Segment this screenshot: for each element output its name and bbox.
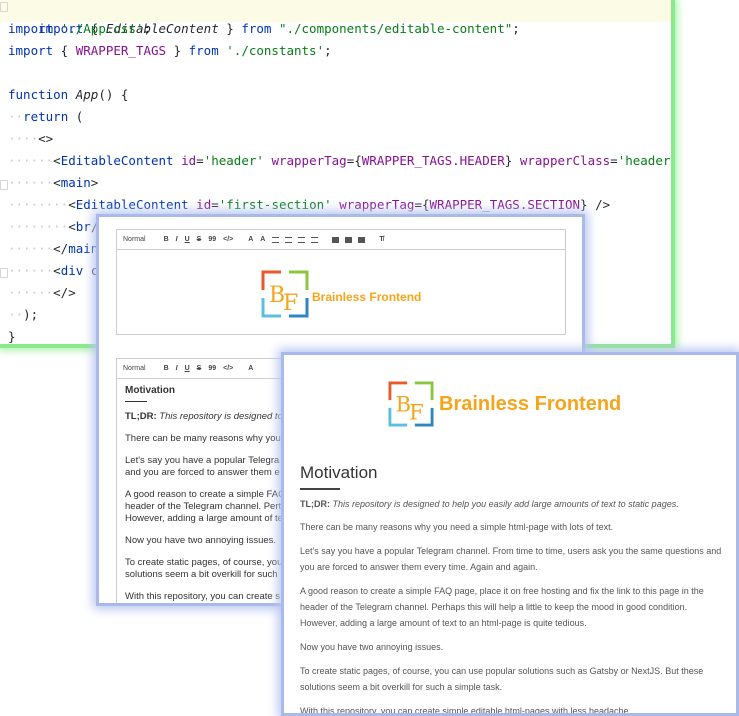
paragraph: solutions seem a bit overkill for such a… bbox=[300, 682, 503, 692]
paragraph: A good reason to create a simple FAQ pag… bbox=[300, 586, 704, 596]
code-line-13[interactable]: ······<div cl bbox=[8, 260, 106, 282]
link-icon[interactable] bbox=[332, 236, 340, 243]
strike-button[interactable]: S bbox=[197, 236, 202, 243]
video-icon[interactable] bbox=[358, 236, 366, 243]
underline-button[interactable]: U bbox=[185, 236, 190, 243]
tldr-label: TL;DR: bbox=[300, 499, 330, 509]
paragraph: There can be many reasons why you bbox=[125, 433, 281, 444]
bold-button[interactable]: B bbox=[164, 236, 169, 243]
quote-button[interactable]: 99 bbox=[208, 365, 216, 372]
brainless-frontend-logo-icon: B F bbox=[388, 381, 434, 427]
paragraph: Let's say you have a popular Telegram ch… bbox=[300, 546, 722, 556]
strike-button[interactable]: S bbox=[197, 365, 202, 372]
outdent-icon[interactable] bbox=[311, 236, 319, 243]
paragraph: There can be many reasons why you need a… bbox=[300, 522, 614, 532]
quote-button[interactable]: 99 bbox=[208, 236, 216, 243]
format-select[interactable]: Normal bbox=[123, 236, 146, 243]
code-line-5[interactable]: function App() { bbox=[8, 84, 128, 106]
text-color-button[interactable]: A bbox=[248, 236, 253, 243]
rendered-page-preview: B F Brainless Frontend Motivation TL;DR:… bbox=[281, 352, 739, 716]
image-icon[interactable] bbox=[345, 236, 353, 243]
code-line-3[interactable]: import { WRAPPER_TAGS } from './constant… bbox=[8, 40, 332, 62]
clear-format-icon[interactable]: T̸ bbox=[379, 236, 383, 243]
ordered-list-icon[interactable] bbox=[272, 236, 280, 243]
brainless-frontend-logo-icon: B F bbox=[261, 270, 309, 318]
paragraph: To create static pages, of course, you c… bbox=[300, 666, 704, 676]
code-line-7[interactable]: ····<> bbox=[8, 128, 53, 150]
background-color-button[interactable]: A bbox=[260, 236, 265, 243]
code-line-14[interactable]: ······</> bbox=[8, 282, 76, 304]
paragraph: However, adding a large amount of te bbox=[125, 513, 283, 524]
text-color-button[interactable]: A bbox=[248, 365, 253, 372]
fold-marker[interactable] bbox=[0, 2, 8, 12]
code-line-16[interactable]: } bbox=[8, 326, 16, 344]
code-button[interactable]: </> bbox=[223, 365, 233, 372]
paragraph: you are forced to answer them every time… bbox=[300, 562, 538, 572]
format-select[interactable]: Normal bbox=[123, 365, 146, 372]
paragraph: and you are forced to answer them e bbox=[125, 467, 280, 478]
code-line-9[interactable]: ······<main> bbox=[8, 172, 98, 194]
paragraph: With this repository, you can create sim… bbox=[300, 706, 631, 716]
code-button[interactable]: </> bbox=[223, 236, 233, 243]
heading-rule bbox=[125, 401, 147, 402]
bold-button[interactable]: B bbox=[164, 365, 169, 372]
heading-rule bbox=[300, 488, 340, 490]
indent-icon[interactable] bbox=[298, 236, 306, 243]
code-line-2[interactable]: import './App.css'; bbox=[8, 18, 151, 40]
italic-button[interactable]: I bbox=[176, 365, 178, 372]
paragraph: Let's say you have a popular Telegra bbox=[125, 455, 280, 466]
underline-button[interactable]: U bbox=[185, 365, 190, 372]
logo-text: Brainless Frontend bbox=[312, 290, 422, 304]
paragraph: Now you have two annoying issues. bbox=[125, 535, 277, 546]
paragraph: A good reason to create a simple FAQ bbox=[125, 489, 286, 500]
code-line-6[interactable]: ··return ( bbox=[8, 106, 83, 128]
paragraph: To create static pages, of course, you bbox=[125, 557, 283, 568]
paragraph: header of the Telegram channel. Pert bbox=[125, 501, 282, 512]
tldr-text: This repository is designed to bbox=[159, 411, 283, 422]
bullet-list-icon[interactable] bbox=[285, 236, 293, 243]
svg-text:F: F bbox=[283, 291, 298, 316]
tldr-text: This repository is designed to help you … bbox=[332, 499, 679, 509]
tldr-line: TL;DR: This repository is designed to bbox=[125, 411, 283, 423]
code-line-8[interactable]: ······<EditableContent id='header' wrapp… bbox=[8, 150, 671, 172]
section-heading: Motivation bbox=[125, 385, 175, 396]
svg-text:F: F bbox=[409, 399, 424, 424]
code-line-12[interactable]: ······</main> bbox=[8, 238, 106, 260]
fold-marker[interactable] bbox=[0, 268, 8, 278]
italic-button[interactable]: I bbox=[176, 236, 178, 243]
code-line-15[interactable]: ··); bbox=[8, 304, 38, 326]
paragraph: Now you have two annoying issues. bbox=[300, 642, 444, 652]
paragraph: However, adding a large amount of text t… bbox=[300, 618, 587, 628]
header-editor[interactable]: Normal B I U S 99 </> A A T̸ B F Brainle… bbox=[116, 229, 566, 335]
paragraph: header of the Telegram channel. Perhaps … bbox=[300, 602, 688, 612]
code-line-11[interactable]: ········<br/> bbox=[8, 216, 106, 238]
tldr-line: TL;DR: This repository is designed to he… bbox=[300, 498, 679, 510]
paragraph: With this repository, you can create s bbox=[125, 591, 281, 602]
logo-text: Brainless Frontend bbox=[439, 393, 622, 415]
paragraph: solutions seem a bit overkill for such bbox=[125, 569, 278, 580]
editor-toolbar: Normal B I U S 99 </> A A T̸ bbox=[117, 230, 565, 250]
code-line-10[interactable]: ········<EditableContent id='first-secti… bbox=[8, 194, 610, 216]
fold-marker[interactable] bbox=[0, 180, 8, 190]
tldr-label: TL;DR: bbox=[125, 411, 157, 422]
section-heading: Motivation bbox=[300, 463, 378, 482]
code-line-1[interactable]: import { EditableContent } from "./compo… bbox=[8, 0, 520, 36]
